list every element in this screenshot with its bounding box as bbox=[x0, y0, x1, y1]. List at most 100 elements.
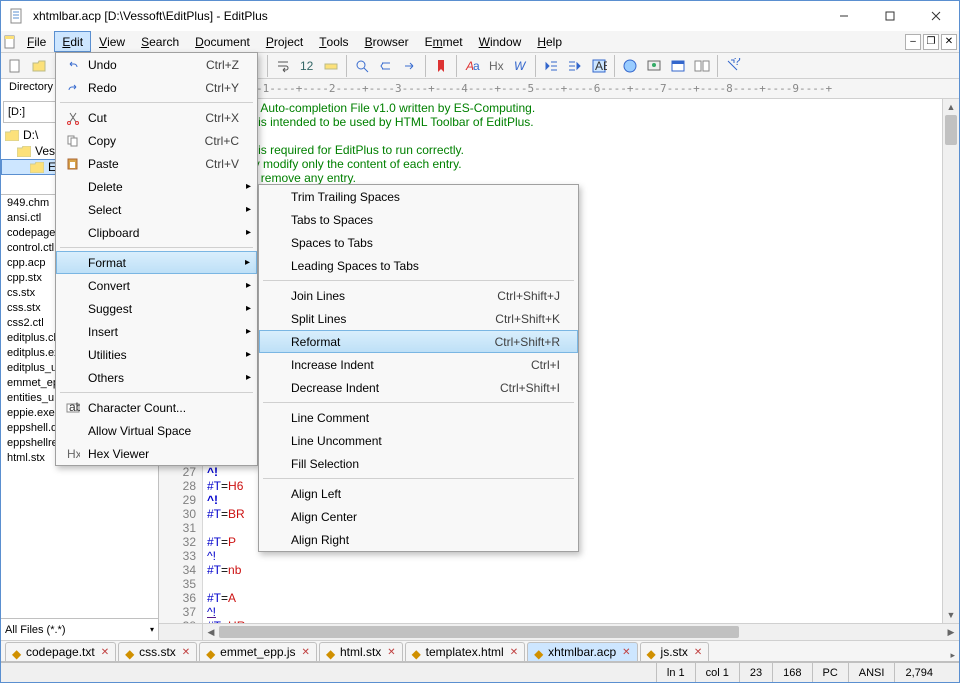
menu-item-join-lines[interactable]: Join LinesCtrl+Shift+J bbox=[259, 284, 578, 307]
font-icon[interactable]: Aa bbox=[461, 55, 483, 77]
svg-text:ab: ab bbox=[69, 401, 80, 414]
hex-icon[interactable]: Hx bbox=[485, 55, 507, 77]
doc-tab[interactable]: ◆css.stx✕ bbox=[118, 642, 197, 661]
open-icon[interactable] bbox=[28, 55, 50, 77]
doc-tab[interactable]: ◆codepage.txt✕ bbox=[5, 642, 116, 661]
menu-item-line-comment[interactable]: Line Comment bbox=[259, 406, 578, 429]
run-icon[interactable] bbox=[643, 55, 665, 77]
menu-item-split-lines[interactable]: Split LinesCtrl+Shift+K bbox=[259, 307, 578, 330]
menu-item-select[interactable]: Select▸ bbox=[56, 198, 257, 221]
tab-close-icon[interactable]: ✕ bbox=[387, 647, 395, 658]
menu-help[interactable]: Help bbox=[529, 31, 570, 52]
menu-item-leading-spaces-to-tabs[interactable]: Leading Spaces to Tabs bbox=[259, 254, 578, 277]
bookmark-icon[interactable] bbox=[430, 55, 452, 77]
mdi-restore[interactable]: ❐ bbox=[923, 34, 939, 50]
menu-window[interactable]: Window bbox=[471, 31, 530, 52]
close-button[interactable] bbox=[913, 1, 959, 31]
indent-left-icon[interactable] bbox=[540, 55, 562, 77]
web-icon[interactable]: W bbox=[509, 55, 531, 77]
doc-tab[interactable]: ◆html.stx✕ bbox=[319, 642, 403, 661]
file-icon: ◆ bbox=[647, 647, 657, 657]
doc-tab[interactable]: ◆emmet_epp.js✕ bbox=[199, 642, 317, 661]
find-icon[interactable] bbox=[351, 55, 373, 77]
menu-item-align-center[interactable]: Align Center bbox=[259, 505, 578, 528]
menu-item-redo[interactable]: RedoCtrl+Y bbox=[56, 76, 257, 99]
menu-item-align-right[interactable]: Align Right bbox=[259, 528, 578, 551]
menu-file[interactable]: File bbox=[19, 31, 54, 52]
svg-text:W: W bbox=[514, 59, 527, 73]
tab-close-icon[interactable]: ✕ bbox=[101, 647, 109, 658]
new-file-icon[interactable] bbox=[4, 55, 26, 77]
tab-close-icon[interactable]: ✕ bbox=[182, 647, 190, 658]
menu-item-undo[interactable]: UndoCtrl+Z bbox=[56, 53, 257, 76]
replace-icon[interactable] bbox=[375, 55, 397, 77]
tab-label: css.stx bbox=[139, 645, 176, 659]
mdi-close[interactable]: ✕ bbox=[941, 34, 957, 50]
doc-tab[interactable]: ◆templatex.html✕ bbox=[405, 642, 525, 661]
menu-item-utilities[interactable]: Utilities▸ bbox=[56, 343, 257, 366]
menu-item-hex-viewer[interactable]: HxHex Viewer bbox=[56, 442, 257, 465]
doc-tab[interactable]: ◆js.stx✕ bbox=[640, 642, 710, 661]
menu-item-delete[interactable]: Delete▸ bbox=[56, 175, 257, 198]
menu-item-suggest[interactable]: Suggest▸ bbox=[56, 297, 257, 320]
menu-view[interactable]: View bbox=[91, 31, 133, 52]
menu-item-spaces-to-tabs[interactable]: Spaces to Tabs bbox=[259, 231, 578, 254]
maximize-button[interactable] bbox=[867, 1, 913, 31]
tab-close-icon[interactable]: ✕ bbox=[510, 647, 518, 658]
doc-tab[interactable]: ◆xhtmlbar.acp✕ bbox=[527, 642, 637, 661]
menu-edit[interactable]: Edit bbox=[54, 31, 91, 52]
resize-grip[interactable] bbox=[943, 663, 959, 682]
browser-icon[interactable] bbox=[619, 55, 641, 77]
blank-icon bbox=[62, 300, 84, 318]
svg-text:Hx: Hx bbox=[489, 59, 504, 73]
menu-item-character-count-[interactable]: abCharacter Count... bbox=[56, 396, 257, 419]
menu-item-line-uncomment[interactable]: Line Uncomment bbox=[259, 429, 578, 452]
menu-item-clipboard[interactable]: Clipboard▸ bbox=[56, 221, 257, 244]
menu-item-paste[interactable]: PasteCtrl+V bbox=[56, 152, 257, 175]
menu-item-convert[interactable]: Convert▸ bbox=[56, 274, 257, 297]
mdi-minimize[interactable]: – bbox=[905, 34, 921, 50]
tab-close-icon[interactable]: ✕ bbox=[694, 647, 702, 658]
menu-search[interactable]: Search bbox=[133, 31, 187, 52]
menu-item-align-left[interactable]: Align Left bbox=[259, 482, 578, 505]
linenum-icon[interactable]: 12 bbox=[296, 55, 318, 77]
window-icon[interactable] bbox=[667, 55, 689, 77]
tab-close-icon[interactable]: ✕ bbox=[302, 647, 310, 658]
window-title: xhtmlbar.acp [D:\Vessoft\EditPlus] - Edi… bbox=[33, 9, 821, 23]
blank-icon bbox=[62, 178, 84, 196]
sidebar-tab-directory[interactable]: Directory bbox=[1, 79, 62, 99]
file-filter[interactable]: All Files (*.*) bbox=[1, 618, 158, 640]
menu-item-reformat[interactable]: ReformatCtrl+Shift+R bbox=[259, 330, 578, 353]
select-icon[interactable]: AB bbox=[588, 55, 610, 77]
tab-scroll-arrow[interactable]: ▸ bbox=[946, 650, 959, 661]
minimize-button[interactable] bbox=[821, 1, 867, 31]
menu-item-allow-virtual-space[interactable]: Allow Virtual Space bbox=[56, 419, 257, 442]
menu-item-trim-trailing-spaces[interactable]: Trim Trailing Spaces bbox=[259, 185, 578, 208]
submenu-arrow-icon: ▸ bbox=[246, 303, 251, 314]
goto-icon[interactable] bbox=[399, 55, 421, 77]
menu-item-copy[interactable]: CopyCtrl+C bbox=[56, 129, 257, 152]
menu-item-tabs-to-spaces[interactable]: Tabs to Spaces bbox=[259, 208, 578, 231]
menu-browser[interactable]: Browser bbox=[357, 31, 417, 52]
indent-right-icon[interactable] bbox=[564, 55, 586, 77]
wordwrap-icon[interactable] bbox=[272, 55, 294, 77]
menu-item-fill-selection[interactable]: Fill Selection bbox=[259, 452, 578, 475]
menu-item-insert[interactable]: Insert▸ bbox=[56, 320, 257, 343]
ruler-icon[interactable] bbox=[320, 55, 342, 77]
menu-emmet[interactable]: Emmet bbox=[417, 31, 471, 52]
menu-item-increase-indent[interactable]: Increase IndentCtrl+I bbox=[259, 353, 578, 376]
menu-document[interactable]: Document bbox=[187, 31, 258, 52]
menu-project[interactable]: Project bbox=[258, 31, 311, 52]
tab-close-icon[interactable]: ✕ bbox=[622, 647, 630, 658]
vertical-scrollbar[interactable]: ▲▼ bbox=[942, 99, 959, 623]
menu-item-format[interactable]: Format▸ bbox=[56, 251, 257, 274]
horizontal-scrollbar[interactable]: ◀▶ bbox=[159, 623, 959, 640]
compare-icon[interactable] bbox=[691, 55, 713, 77]
menu-item-others[interactable]: Others▸ bbox=[56, 366, 257, 389]
menu-item-cut[interactable]: CutCtrl+X bbox=[56, 106, 257, 129]
file-icon: ◆ bbox=[206, 647, 216, 657]
help-icon[interactable]: ? bbox=[722, 55, 744, 77]
menu-tools[interactable]: Tools bbox=[311, 31, 356, 52]
menu-item-decrease-indent[interactable]: Decrease IndentCtrl+Shift+I bbox=[259, 376, 578, 399]
status-col: col 1 bbox=[695, 663, 739, 682]
